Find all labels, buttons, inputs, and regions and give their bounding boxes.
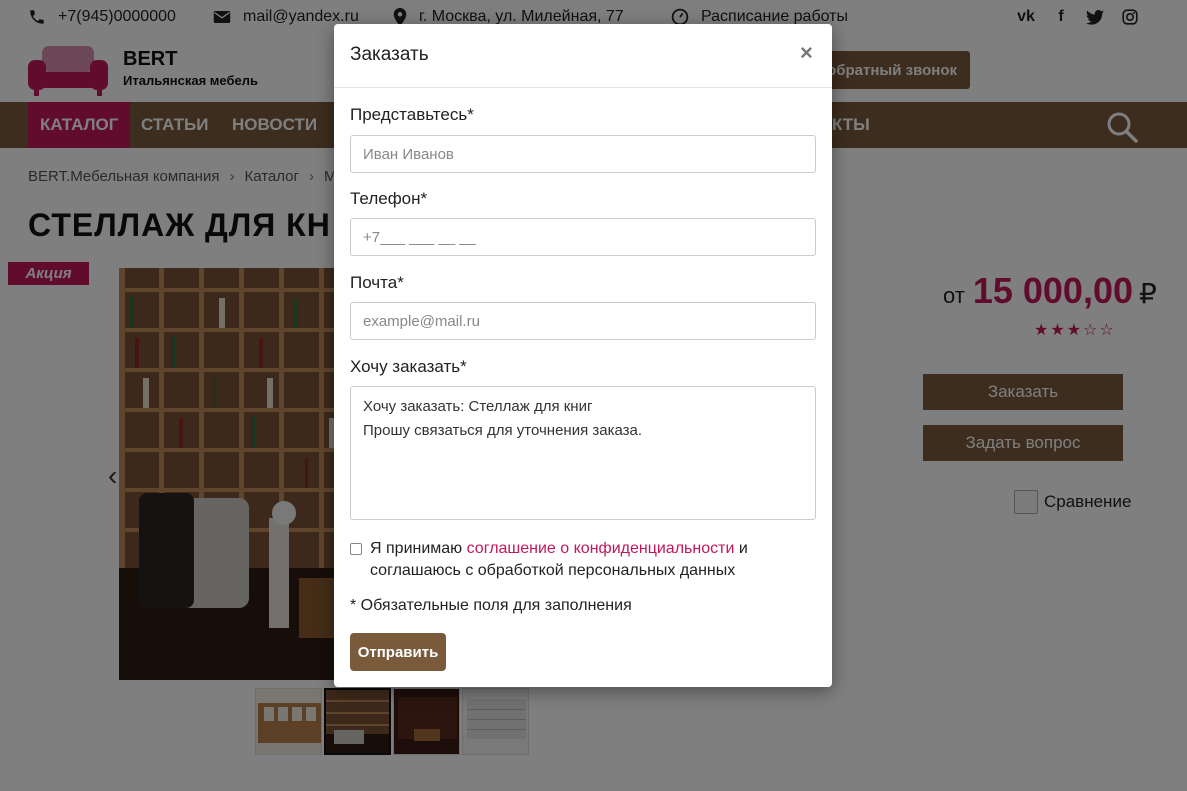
- modal-header: Заказать ×: [334, 24, 832, 88]
- required-fields-note: * Обязательные поля для заполнения: [350, 597, 632, 614]
- name-input[interactable]: [350, 135, 816, 173]
- order-textarea[interactable]: Хочу заказать: Стеллаж для книг Прошу св…: [350, 386, 816, 520]
- close-icon[interactable]: ×: [800, 40, 813, 66]
- order-text-line: Хочу заказать: Стеллаж для книг: [363, 398, 593, 415]
- email-input[interactable]: [350, 302, 816, 340]
- order-text-line: Прошу связаться для уточнения заказа.: [363, 422, 643, 439]
- name-label: Представьтесь*: [350, 105, 474, 124]
- email-label: Почта*: [350, 273, 404, 292]
- submit-button[interactable]: Отправить: [350, 633, 446, 671]
- phone-input[interactable]: [350, 218, 816, 256]
- privacy-link[interactable]: соглашение о конфиденциальности: [467, 540, 735, 557]
- order-label: Хочу заказать*: [350, 357, 467, 376]
- page: +7(945)0000000 mail@yandex.ru г. Москва,…: [0, 0, 1187, 791]
- agree-prefix: Я принимаю: [370, 540, 467, 557]
- agree-checkbox[interactable]: [350, 543, 362, 555]
- order-modal: Заказать × Представьтесь* Телефон* Почта…: [334, 24, 832, 687]
- modal-title: Заказать: [350, 44, 429, 65]
- agree-text: Я принимаю соглашение о конфиденциальнос…: [370, 538, 816, 582]
- privacy-agreement: Я принимаю соглашение о конфиденциальнос…: [350, 538, 816, 582]
- phone-label: Телефон*: [350, 189, 428, 208]
